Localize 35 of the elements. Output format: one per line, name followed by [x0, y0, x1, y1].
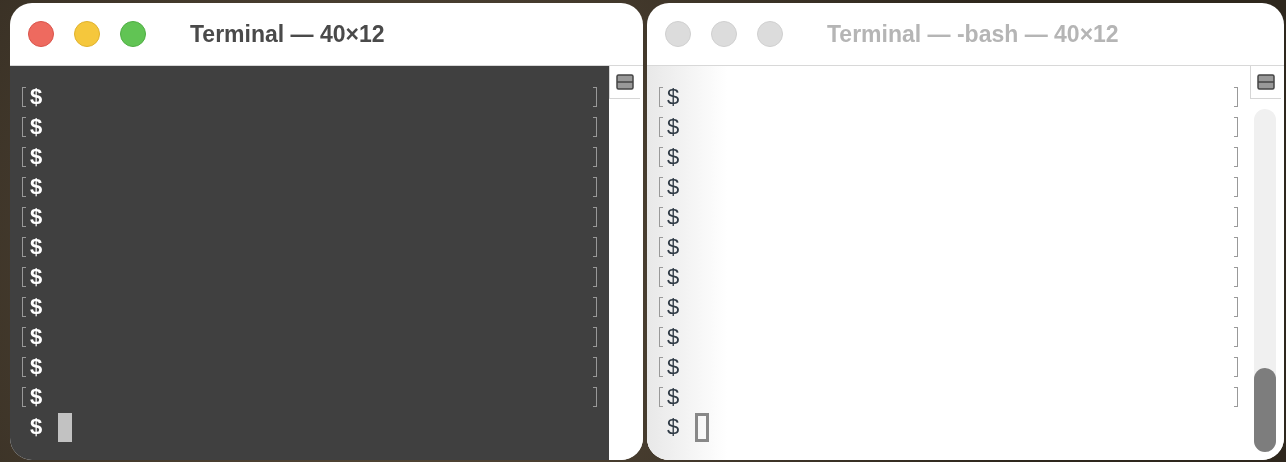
- prompt-text: $: [30, 235, 44, 259]
- prompt-text: $: [667, 295, 681, 319]
- prompt-text: $: [30, 145, 44, 169]
- prompt-text: $: [667, 145, 681, 169]
- prompt-text: $: [30, 175, 44, 199]
- prompt-text: $: [30, 205, 44, 229]
- prompt-text: $: [30, 355, 44, 379]
- zoom-button[interactable]: [120, 21, 146, 47]
- window-title: Terminal — 40×12: [190, 20, 385, 48]
- prompt-text: $: [30, 295, 44, 319]
- prompt-text: $: [667, 175, 681, 199]
- window-title: Terminal — -bash — 40×12: [827, 20, 1119, 48]
- prompt-text: $: [667, 115, 681, 139]
- prompt-text: $: [667, 415, 681, 439]
- scrollbar-thumb[interactable]: [1254, 368, 1276, 452]
- split-pane-icon[interactable]: [1257, 74, 1275, 90]
- prompt-text: $: [30, 85, 44, 109]
- split-pane-icon[interactable]: [616, 74, 634, 90]
- prompt-text: $: [30, 325, 44, 349]
- prompt-text: $: [667, 325, 681, 349]
- prompt-text: $: [30, 115, 44, 139]
- prompt-text: $: [667, 235, 681, 259]
- prompt-text: $: [667, 355, 681, 379]
- prompt-text: $: [667, 265, 681, 289]
- prompt-text: $: [667, 205, 681, 229]
- close-button[interactable]: [665, 21, 691, 47]
- zoom-button[interactable]: [757, 21, 783, 47]
- prompt-text: $: [667, 85, 681, 109]
- close-button[interactable]: [28, 21, 54, 47]
- prompt-text: $: [30, 265, 44, 289]
- prompt-text: $: [667, 385, 681, 409]
- prompt-text: $: [30, 385, 44, 409]
- minimize-button[interactable]: [74, 21, 100, 47]
- minimize-button[interactable]: [711, 21, 737, 47]
- prompt-text: $: [30, 415, 44, 439]
